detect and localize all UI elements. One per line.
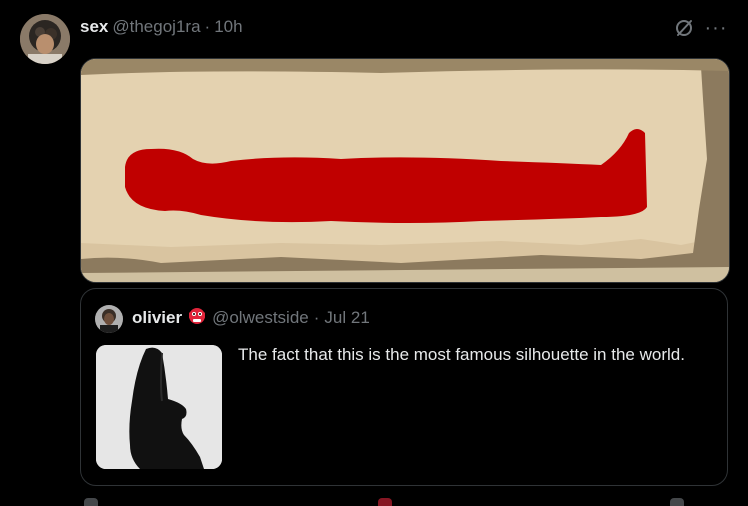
- quoted-date[interactable]: Jul 21: [324, 308, 369, 328]
- author-display-name[interactable]: sex: [80, 17, 108, 37]
- quoted-separator: ·: [313, 308, 320, 327]
- author-handle[interactable]: @thegoj1ra: [112, 17, 200, 37]
- avatar-image: [20, 14, 70, 64]
- grok-icon[interactable]: [672, 16, 696, 40]
- quoted-handle[interactable]: @olwestside: [212, 308, 309, 328]
- post-timestamp[interactable]: 10h: [214, 17, 242, 37]
- quoted-avatar-image: [95, 305, 123, 333]
- more-icon[interactable]: ···: [704, 16, 728, 40]
- quoted-post[interactable]: olivier @olwestside · Jul 21 The fact th…: [80, 288, 728, 486]
- ponytail-silhouette-image: [96, 345, 222, 469]
- silhouette-lying-image: [81, 59, 729, 282]
- post-media-image[interactable]: [80, 58, 730, 283]
- goblin-emoji-icon: [187, 306, 207, 331]
- post-header: sex @thegoj1ra · 10h: [80, 16, 243, 38]
- header-separator: ·: [204, 17, 211, 36]
- author-avatar[interactable]: [20, 14, 70, 64]
- quoted-author-avatar[interactable]: [95, 305, 123, 333]
- quoted-media-thumbnail[interactable]: [96, 345, 222, 469]
- quoted-display-name[interactable]: olivier: [132, 308, 182, 328]
- quoted-post-header: olivier @olwestside · Jul 21: [132, 307, 370, 329]
- quoted-post-text: The fact that this is the most famous si…: [238, 345, 685, 364]
